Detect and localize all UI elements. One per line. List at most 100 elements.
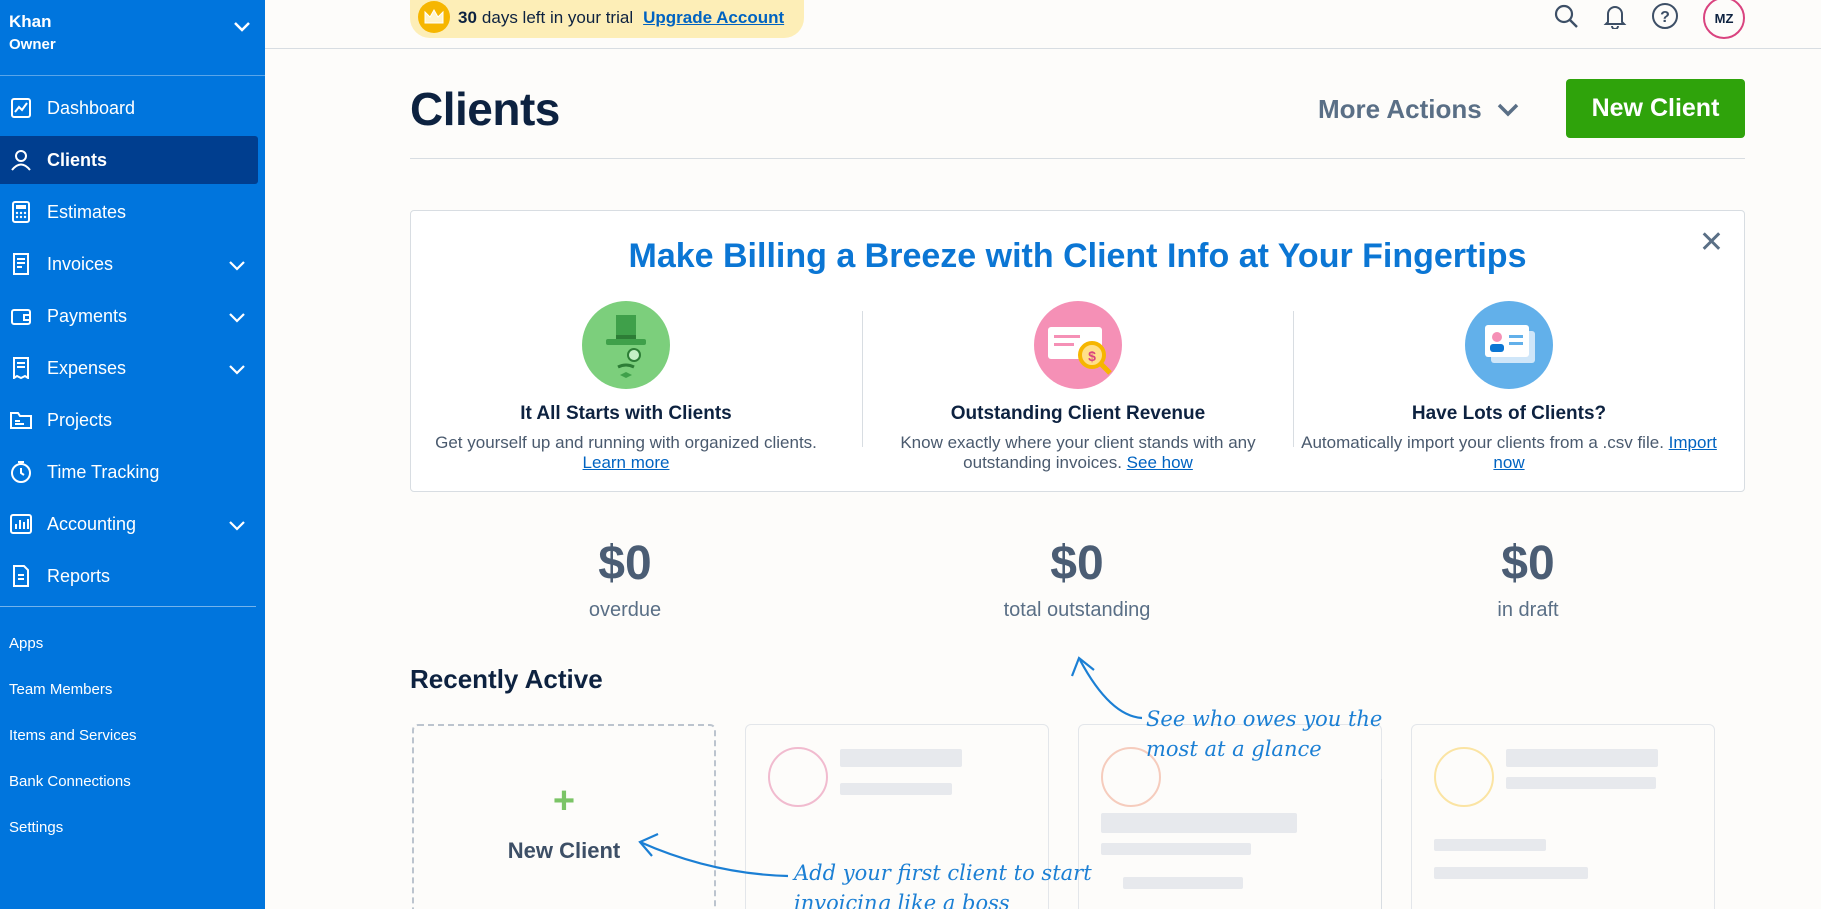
top-icons: ? MZ: [1553, 0, 1745, 39]
sidebar-item-expenses[interactable]: Expenses: [0, 344, 258, 392]
header-divider: [410, 158, 1745, 159]
promo-heading: Outstanding Client Revenue: [950, 403, 1206, 424]
stat-amount: $0: [1501, 537, 1555, 590]
placeholder-client-card: [1411, 724, 1715, 909]
promo-text: Know exactly where your client stands wi…: [900, 433, 1256, 472]
calculator-icon: [9, 200, 33, 224]
stat-overdue[interactable]: $0 overdue: [475, 536, 775, 622]
bell-icon[interactable]: [1603, 3, 1627, 34]
new-client-card[interactable]: + New Client: [412, 724, 716, 909]
chevron-down-icon: [228, 256, 246, 277]
chevron-down-icon: [228, 308, 246, 329]
placeholder-line: [1434, 839, 1546, 851]
stat-label: overdue: [588, 599, 662, 621]
sidebar-item-label: Estimates: [47, 201, 127, 222]
sidebar-item-label: Expenses: [47, 357, 127, 378]
topbar: 30 days left in your trial Upgrade Accou…: [265, 0, 1821, 49]
recently-active-heading: Recently Active: [410, 664, 603, 694]
sidebar-link-items-and-services[interactable]: Items and Services: [0, 713, 265, 759]
promo-title: Make Billing a Breeze with Client Info a…: [628, 237, 1527, 275]
sidebar-item-label: Invoices: [47, 253, 114, 274]
sidebar-link-apps[interactable]: Apps: [0, 621, 265, 667]
placeholder-line: [840, 783, 952, 795]
account-role: Owner: [9, 36, 56, 53]
chevron-down-icon: [1496, 94, 1520, 125]
placeholder-line: [1506, 749, 1658, 767]
sidebar-item-clients[interactable]: Clients: [0, 136, 258, 184]
sidebar-link-bank-connections[interactable]: Bank Connections: [0, 759, 265, 805]
trial-banner: 30 days left in your trial Upgrade Accou…: [410, 0, 805, 38]
search-icon[interactable]: [1553, 3, 1579, 34]
invoice-magnifier-illustration-icon: $: [1034, 301, 1122, 389]
placeholder-avatar: [768, 747, 828, 807]
plus-icon: +: [552, 780, 576, 822]
placeholder-line: [1123, 877, 1243, 889]
report-icon: [9, 564, 33, 588]
see-how-link[interactable]: See how: [1127, 453, 1193, 472]
sidebar-item-estimates[interactable]: Estimates: [0, 188, 258, 236]
stat-amount: $0: [598, 537, 652, 590]
sidebar-link-team-members[interactable]: Team Members: [0, 667, 265, 713]
sidebar-item-label: Payments: [47, 305, 128, 326]
sidebar-nav: Dashboard Clients Estimates Invoices Payment…: [0, 76, 265, 600]
account-switcher[interactable]: Khan Owner: [0, 0, 265, 76]
placeholder-line: [1101, 843, 1251, 855]
promo-panel: Make Billing a Breeze with Client Info a…: [410, 210, 1745, 492]
placeholder-line: [1101, 813, 1297, 833]
page-title: Clients: [410, 83, 560, 135]
sidebar-item-label: Accounting: [47, 513, 137, 534]
placeholder-avatar: [1434, 747, 1494, 807]
promo-text: Get yourself up and running with organiz…: [435, 433, 817, 472]
avatar[interactable]: MZ: [1703, 0, 1745, 39]
sidebar-item-label: Dashboard: [47, 97, 136, 118]
promo-column-clients: It All Starts with Clients Get yourself …: [411, 301, 841, 473]
chart-icon: [9, 96, 33, 120]
promo-heading: Have Lots of Clients?: [1411, 403, 1607, 424]
bar-chart-icon: [9, 512, 33, 536]
stat-label: in draft: [1497, 599, 1559, 621]
stat-amount: $0: [1050, 537, 1104, 590]
more-actions-button[interactable]: More Actions: [1318, 94, 1520, 125]
invoice-icon: [9, 252, 33, 276]
folder-icon: [9, 408, 33, 432]
chevron-down-icon: [228, 360, 246, 381]
placeholder-divider: [1381, 779, 1382, 909]
sidebar-divider: [0, 606, 256, 607]
svg-text:$: $: [1088, 348, 1096, 364]
clock-icon: [9, 460, 33, 484]
promo-column-revenue: $ Outstanding Client Revenue Know exactl…: [863, 301, 1293, 473]
sidebar-item-accounting[interactable]: Accounting: [0, 500, 258, 548]
sidebar-secondary: Apps Team Members Items and Services Bank C…: [0, 621, 265, 851]
placeholder-line: [1434, 867, 1588, 879]
learn-more-link[interactable]: Learn more: [583, 453, 670, 472]
sidebar-item-projects[interactable]: Projects: [0, 396, 258, 444]
stat-in-draft[interactable]: $0 in draft: [1378, 536, 1678, 622]
sidebar-item-label: Projects: [47, 409, 113, 430]
sidebar-item-invoices[interactable]: Invoices: [0, 240, 258, 288]
wallet-icon: [9, 304, 33, 328]
first-client-annotation: Add your first client to start invoicing …: [794, 861, 1092, 909]
svg-text:?: ?: [1660, 9, 1670, 26]
sidebar-item-dashboard[interactable]: Dashboard: [0, 84, 258, 132]
close-icon[interactable]: ✕: [1699, 225, 1724, 260]
sidebar-item-reports[interactable]: Reports: [0, 552, 258, 600]
top-hat-illustration-icon: [582, 301, 670, 389]
sidebar-link-settings[interactable]: Settings: [0, 805, 265, 851]
crown-icon: [418, 1, 450, 33]
stat-total-outstanding[interactable]: $0 total outstanding: [927, 536, 1227, 622]
sidebar-item-label: Reports: [47, 565, 111, 586]
arrow-up-annotation-icon: [1070, 656, 1143, 720]
new-client-button[interactable]: New Client: [1566, 79, 1745, 138]
sidebar-item-time-tracking[interactable]: Time Tracking: [0, 448, 258, 496]
account-name: Khan: [9, 12, 52, 31]
placeholder-line: [1506, 777, 1656, 789]
sidebar: Khan Owner Dashboard Clients Estimates Invo…: [0, 0, 265, 909]
sidebar-item-label: Time Tracking: [47, 461, 160, 482]
arrow-left-annotation-icon: [638, 832, 789, 878]
sidebar-item-payments[interactable]: Payments: [0, 292, 258, 340]
chevron-down-icon: [228, 516, 246, 537]
sidebar-item-label: Clients: [47, 149, 108, 170]
help-icon[interactable]: ?: [1651, 2, 1679, 35]
receipt-icon: [9, 356, 33, 380]
upgrade-account-link[interactable]: Upgrade Account: [643, 8, 784, 28]
